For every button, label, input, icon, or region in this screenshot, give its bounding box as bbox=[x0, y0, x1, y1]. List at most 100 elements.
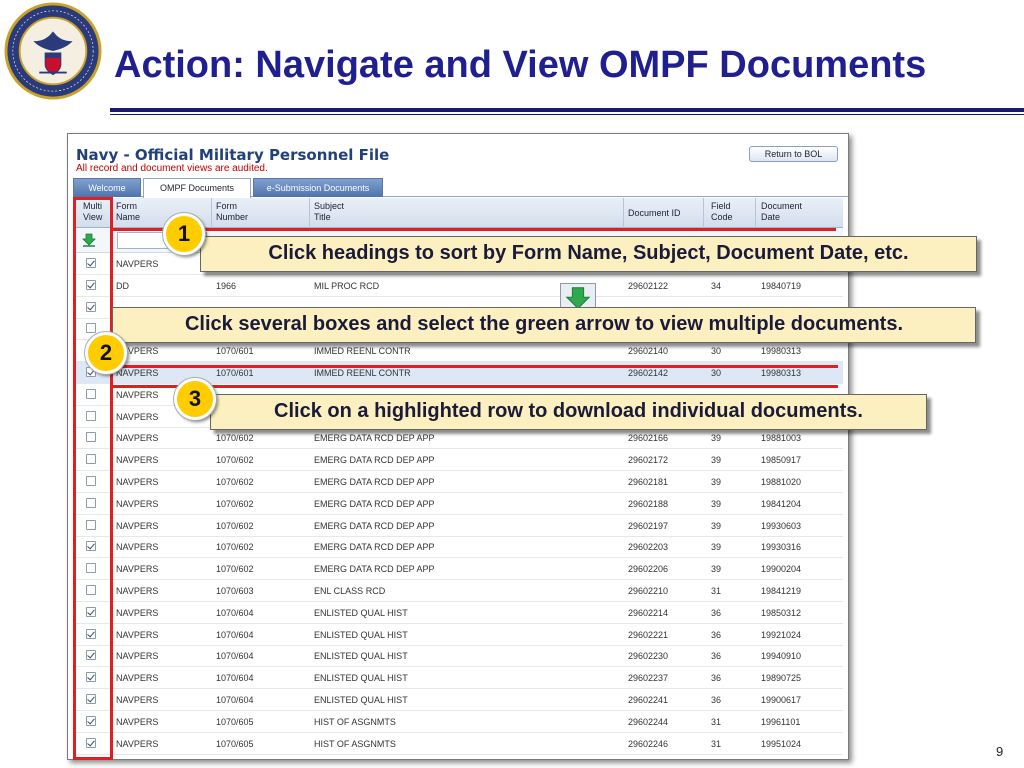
table-row[interactable]: NAVPERS 1070/604 ENLISTED QUAL HIST 2960223… bbox=[73, 667, 843, 690]
cell-form-name: NAVPERS bbox=[116, 498, 159, 509]
cell-form-name: NAVPERS bbox=[116, 738, 159, 749]
tab-welcome[interactable]: Welcome bbox=[73, 178, 141, 197]
cell-field-code: 36 bbox=[711, 673, 722, 684]
table-row[interactable]: NAVPERS 1070/602 EMERG DATA RCD DEP APP 296… bbox=[73, 449, 843, 472]
cell-document-date: 19930316 bbox=[761, 542, 802, 553]
cell-subject: EMERG DATA RCD DEP APP bbox=[314, 520, 435, 531]
cell-form-number: 1070/602 bbox=[216, 477, 254, 487]
table-row[interactable]: NAVPERS 1070/602 EMERG DATA RCD DEP APP 296… bbox=[73, 515, 843, 537]
cell-form-name: NAVPERS bbox=[116, 716, 159, 727]
audit-notice: All record and document views are audite… bbox=[76, 163, 268, 174]
navy-seal-logo bbox=[4, 2, 102, 100]
cell-form-number: 1070/602 bbox=[216, 433, 254, 444]
cell-subject: ENLISTED QUAL HIST bbox=[314, 673, 408, 684]
cell-document-date: 19961101 bbox=[761, 716, 801, 727]
cell-document-date: 19890725 bbox=[761, 673, 802, 684]
header-document-id[interactable]: Document ID bbox=[628, 208, 681, 219]
cell-form-name: NAVPERS bbox=[116, 433, 159, 444]
cell-form-name: NAVPERS bbox=[116, 259, 159, 269]
cell-document-date: 19850917 bbox=[761, 455, 802, 466]
table-row[interactable]: NAVPERS 1070/604 ENLISTED QUAL HIST 2960223… bbox=[73, 645, 843, 668]
cell-subject: EMERG DATA RCD DEP APP bbox=[314, 564, 435, 575]
cell-subject: EMERG DATA RCD DEP APP bbox=[314, 455, 435, 466]
return-to-bol-button[interactable]: Return to BOL bbox=[749, 146, 838, 162]
slide: Action: Navigate and View OMPF Documents… bbox=[0, 0, 1024, 768]
cell-subject: IMMED REENL CONTR bbox=[314, 346, 411, 357]
title-divider bbox=[110, 108, 1024, 115]
cell-document-id: 29602206 bbox=[628, 564, 669, 575]
table-row[interactable]: NAVPERS 1070/604 ENLISTED QUAL HIST 2960222… bbox=[73, 624, 843, 646]
cell-field-code: 30 bbox=[711, 346, 722, 357]
cell-form-number: 1070/604 bbox=[216, 629, 254, 640]
callout-2-badge: 2 bbox=[85, 332, 127, 374]
header-text: Number bbox=[216, 212, 249, 222]
column-divider bbox=[309, 198, 310, 228]
table-row[interactable]: DD 1966 MIL PROC RCD 29602122 34 19840719 bbox=[73, 275, 843, 297]
header-field-code[interactable]: Field Code bbox=[711, 201, 733, 223]
cell-form-name: NAVPERS bbox=[116, 673, 159, 684]
cell-field-code: 34 bbox=[711, 280, 722, 291]
cell-form-number: 1070/603 bbox=[216, 586, 254, 596]
cell-document-date: 19840719 bbox=[761, 280, 802, 291]
tab-ompf-documents[interactable]: OMPF Documents bbox=[143, 178, 251, 198]
tab-e-submission-documents[interactable]: e-Submission Documents bbox=[253, 178, 383, 197]
cell-document-date: 19930603 bbox=[761, 520, 802, 531]
cell-document-id: 29602210 bbox=[628, 586, 669, 596]
table-row[interactable]: NAVPERS 1070/602 EMERG DATA RCD DEP APP 296… bbox=[73, 536, 843, 559]
cell-subject: EMERG DATA RCD DEP APP bbox=[314, 477, 435, 487]
table-row[interactable]: NAVPERS 1070/604 ENLISTED QUAL HIST 2960221… bbox=[73, 602, 843, 624]
table-row[interactable]: NAVPERS 1070/601 IMMED REENL CONTR 29602140… bbox=[73, 340, 843, 363]
column-divider bbox=[755, 198, 756, 228]
cell-field-code: 36 bbox=[711, 629, 722, 640]
header-subject-title[interactable]: Subject Title bbox=[314, 201, 344, 223]
cell-document-date: 19980313 bbox=[761, 368, 802, 378]
cell-field-code: 39 bbox=[711, 564, 722, 575]
cell-document-id: 29602197 bbox=[628, 520, 669, 531]
cell-subject: ENLISTED QUAL HIST bbox=[314, 651, 408, 662]
cell-form-number: 1070/601 bbox=[216, 368, 254, 378]
cell-form-name: NAVPERS bbox=[116, 455, 159, 466]
cell-subject: IMMED REENL CONTR bbox=[314, 368, 411, 378]
table-row[interactable]: NAVPERS 1070/602 EMERG DATA RCD DEP APP 296… bbox=[73, 427, 843, 450]
table-row[interactable]: NAVPERS 1070/605 HIST OF ASGNMTS 29602244 31… bbox=[73, 711, 843, 733]
cell-form-number: 1070/604 bbox=[216, 607, 254, 618]
cell-document-date: 19951024 bbox=[761, 738, 802, 749]
cell-form-name: NAVPERS bbox=[116, 477, 159, 487]
table-row[interactable]: NAVPERS 1070/604 ENLISTED QUAL HIST 2960224… bbox=[73, 689, 843, 711]
cell-form-name: NAVPERS bbox=[116, 542, 159, 553]
header-text: Code bbox=[711, 212, 733, 222]
cell-form-name: NAVPERS bbox=[116, 607, 159, 618]
table-row[interactable]: NAVPERS 1070/602 EMERG DATA RCD DEP APP 296… bbox=[73, 471, 843, 493]
cell-document-date: 19850312 bbox=[761, 607, 802, 618]
table-row[interactable]: NAVPERS 1070/605 HIST OF ASGNMTS 29602246 31… bbox=[73, 733, 843, 755]
header-document-date[interactable]: Document Date bbox=[761, 201, 802, 223]
header-form-number[interactable]: Form Number bbox=[216, 201, 248, 223]
cell-document-id: 29602188 bbox=[628, 498, 669, 509]
cell-form-number: 1070/604 bbox=[216, 695, 254, 705]
header-text: Subject bbox=[314, 201, 345, 211]
cell-document-id: 29602181 bbox=[628, 477, 669, 487]
cell-form-number: 1966 bbox=[216, 280, 237, 291]
cell-subject: ENLISTED QUAL HIST bbox=[314, 607, 408, 618]
cell-document-date: 19980313 bbox=[761, 346, 802, 357]
table-row[interactable]: NAVPERS 1070/603 ENL CLASS RCD 29602210 31 19… bbox=[73, 580, 843, 602]
column-divider bbox=[623, 198, 624, 228]
cell-document-id: 29602142 bbox=[628, 368, 669, 378]
cell-document-id: 29602244 bbox=[628, 716, 669, 727]
cell-field-code: 39 bbox=[711, 477, 722, 487]
cell-form-name: NAVPERS bbox=[116, 368, 159, 378]
slide-title: Action: Navigate and View OMPF Documents bbox=[114, 44, 927, 86]
table-row[interactable]: NAVPERS 1070/602 EMERG DATA RCD DEP APP 296… bbox=[73, 558, 843, 581]
cell-form-number: 1070/602 bbox=[216, 542, 254, 553]
cell-document-id: 29602221 bbox=[628, 629, 669, 640]
cell-subject: ENL CLASS RCD bbox=[314, 586, 386, 596]
callout-1-badge: 1 bbox=[163, 213, 205, 255]
callout-3-badge: 3 bbox=[174, 378, 216, 420]
table-row[interactable]: NAVPERS 1070/602 EMERG DATA RCD DEP APP 296… bbox=[73, 493, 843, 515]
header-text: Title bbox=[314, 212, 331, 222]
header-form-name[interactable]: Form Name bbox=[116, 201, 140, 223]
page-number: 9 bbox=[996, 744, 1004, 759]
cell-document-id: 29602140 bbox=[628, 346, 669, 357]
header-text: Name bbox=[116, 212, 141, 222]
cell-field-code: 39 bbox=[711, 433, 722, 444]
